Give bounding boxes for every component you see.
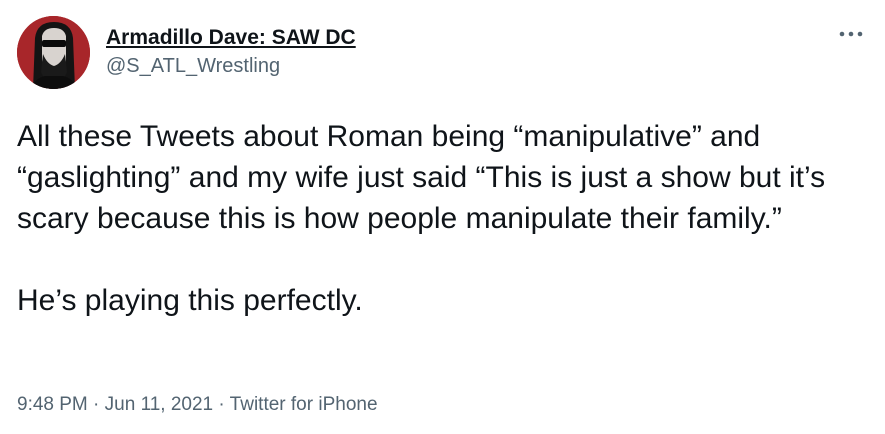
tweet-card: Armadillo Dave: SAW DC @S_ATL_Wrestling … (0, 0, 885, 434)
more-options-icon (839, 31, 863, 37)
avatar[interactable] (17, 15, 90, 89)
author-display-name[interactable]: Armadillo Dave: SAW DC (106, 25, 356, 51)
meta-separator: · (87, 394, 105, 415)
author-identity: Armadillo Dave: SAW DC @S_ATL_Wrestling (106, 25, 356, 79)
tweet-header: Armadillo Dave: SAW DC @S_ATL_Wrestling (17, 15, 356, 89)
tweet-source[interactable]: Twitter for iPhone (230, 394, 378, 415)
meta-separator: · (213, 394, 230, 415)
tweet-time[interactable]: 9:48 PM (17, 394, 88, 415)
tweet-date[interactable]: Jun 11, 2021 (105, 394, 213, 415)
tweet-text: All these Tweets about Roman being “mani… (17, 116, 867, 321)
tweet-meta: 9:48 PM · Jun 11, 2021 · Twitter for iPh… (17, 392, 378, 418)
tweet-paragraph: All these Tweets about Roman being “mani… (17, 120, 834, 235)
author-handle[interactable]: @S_ATL_Wrestling (106, 53, 356, 79)
tweet-paragraph: He’s playing this perfectly. (17, 284, 363, 317)
profile-avatar-icon (17, 15, 90, 89)
more-options-button[interactable] (837, 22, 865, 46)
